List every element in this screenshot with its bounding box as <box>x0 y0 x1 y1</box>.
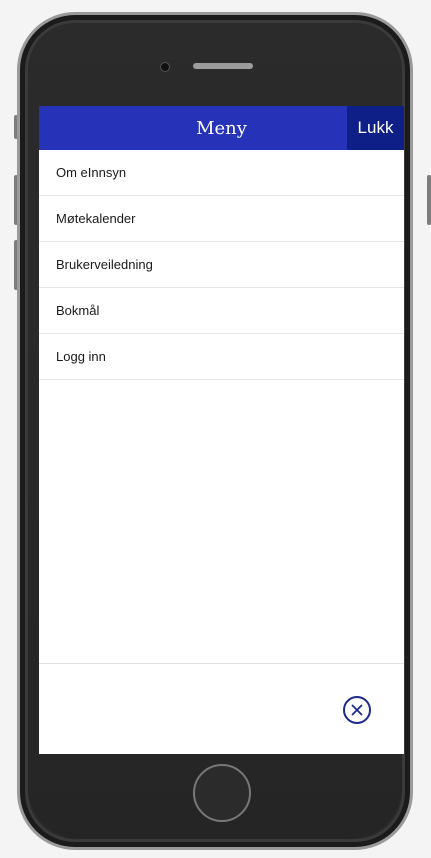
home-button <box>193 764 251 822</box>
earpiece-speaker <box>193 63 253 69</box>
phone-screen: Meny Lukk Om eInnsyn Møtekalender Bruker… <box>39 106 404 754</box>
menu-item-om-einnsyn[interactable]: Om eInnsyn <box>39 150 404 196</box>
menu-list: Om eInnsyn Møtekalender Brukerveiledning… <box>39 150 404 380</box>
page-title: Meny <box>196 117 247 139</box>
menu-item-brukerveiledning[interactable]: Brukerveiledning <box>39 242 404 288</box>
menu-footer <box>39 663 404 754</box>
menu-header: Meny Lukk <box>39 106 404 150</box>
close-circle-icon[interactable] <box>343 696 371 724</box>
menu-item-language[interactable]: Bokmål <box>39 288 404 334</box>
close-menu-button[interactable]: Lukk <box>347 106 404 150</box>
menu-item-login[interactable]: Logg inn <box>39 334 404 380</box>
power-button <box>427 175 431 225</box>
close-icon <box>351 704 363 716</box>
front-camera <box>160 62 170 72</box>
menu-item-motekalender[interactable]: Møtekalender <box>39 196 404 242</box>
